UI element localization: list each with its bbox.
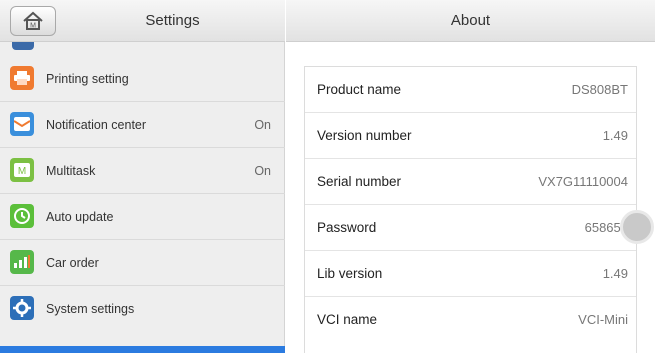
home-button[interactable]: M bbox=[10, 6, 56, 36]
info-value: 1.49 bbox=[602, 128, 628, 143]
sidebar-item-printing-setting[interactable]: Printing setting bbox=[0, 56, 285, 102]
sidebar-item-label: Multitask bbox=[46, 164, 96, 178]
page-title: About bbox=[286, 0, 655, 42]
about-info-panel: Product name DS808BT Version number 1.49… bbox=[304, 66, 637, 353]
floating-assist-button[interactable] bbox=[620, 210, 654, 244]
info-row-serial-number: Serial number VX7G11110004 bbox=[305, 159, 636, 205]
info-row-vci-name: VCI name VCI-Mini bbox=[305, 297, 636, 343]
gear-icon bbox=[10, 296, 34, 320]
sidebar-item-multitask[interactable]: M Multitask On bbox=[0, 148, 285, 194]
info-value: DS808BT bbox=[571, 82, 628, 97]
info-row-password: Password 658652 bbox=[305, 205, 636, 251]
selected-item-indicator bbox=[0, 346, 285, 353]
info-label: Product name bbox=[317, 82, 402, 97]
multitask-icon: M bbox=[10, 158, 34, 182]
sidebar-item-value: On bbox=[254, 118, 271, 132]
info-row-product-name: Product name DS808BT bbox=[305, 67, 636, 113]
sidebar-title: Settings bbox=[145, 12, 200, 29]
sidebar-item-label: System settings bbox=[46, 302, 135, 316]
info-value: VX7G11110004 bbox=[538, 174, 628, 189]
info-value: VCI-Mini bbox=[578, 312, 628, 327]
sidebar-item-car-order[interactable]: Car order bbox=[0, 240, 285, 286]
sidebar-item-auto-update[interactable]: Auto update bbox=[0, 194, 285, 240]
info-label: Version number bbox=[317, 128, 412, 143]
sidebar-item-notification-center[interactable]: Notification center On bbox=[0, 102, 285, 148]
info-row-lib-version: Lib version 1.49 bbox=[305, 251, 636, 297]
update-icon bbox=[10, 204, 34, 228]
info-label: Lib version bbox=[317, 266, 383, 281]
car-order-icon bbox=[10, 250, 34, 274]
sidebar-item-label: Notification center bbox=[46, 118, 147, 132]
info-label: VCI name bbox=[317, 312, 378, 327]
info-row-version-number: Version number 1.49 bbox=[305, 113, 636, 159]
sidebar: M Settings Printing setting Notification… bbox=[0, 0, 285, 353]
sidebar-item-label: Auto update bbox=[46, 210, 114, 224]
info-label: Password bbox=[317, 220, 377, 235]
svg-text:M: M bbox=[18, 166, 26, 177]
info-value: 1.49 bbox=[602, 266, 628, 281]
sidebar-item-value: On bbox=[254, 164, 271, 178]
sidebar-item-label: Car order bbox=[46, 256, 99, 270]
home-icon: M bbox=[23, 11, 43, 30]
printer-icon bbox=[10, 66, 34, 90]
partial-item-icon bbox=[12, 42, 34, 50]
sidebar-header: M Settings bbox=[0, 0, 285, 42]
info-label: Serial number bbox=[317, 174, 402, 189]
sidebar-item-system-settings[interactable]: System settings bbox=[0, 286, 285, 332]
svg-text:M: M bbox=[30, 23, 36, 30]
sidebar-item-label: Printing setting bbox=[46, 72, 129, 86]
notification-icon bbox=[10, 112, 34, 136]
